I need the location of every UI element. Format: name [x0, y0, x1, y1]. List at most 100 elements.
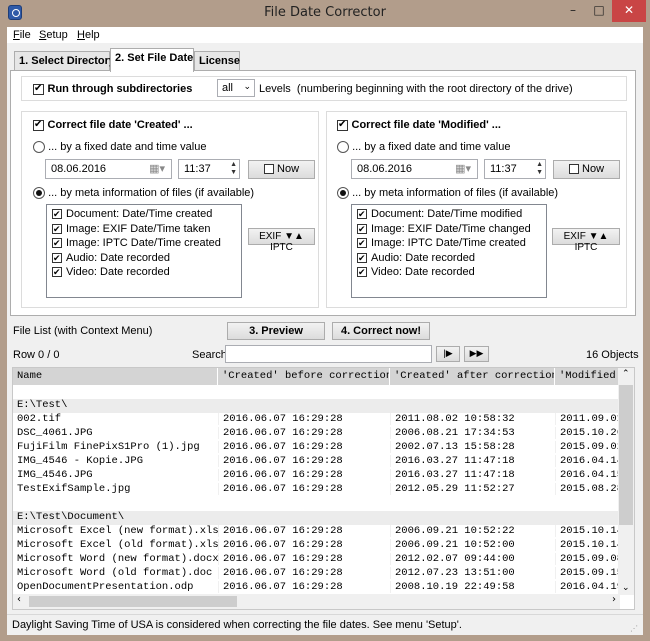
list-item-label: Video: Date recorded	[371, 266, 475, 278]
horizontal-scroll-thumb[interactable]	[29, 596, 237, 607]
table-row[interactable]: Microsoft Excel (new format).xlsx 2016.06…	[13, 525, 620, 539]
scroll-down-icon[interactable]: ⌄	[622, 583, 630, 593]
cell-name: Microsoft Word (old format).doc	[17, 567, 213, 579]
created-exif-iptc-order-button[interactable]: EXIF ▼▲ IPTC	[248, 228, 315, 253]
created-date-picker[interactable]: 08.06.2016 ▦▾	[45, 159, 172, 179]
cell-name: OpenDocumentPresentation.odp	[17, 581, 194, 593]
calendar-icon[interactable]: ▦▾	[455, 162, 471, 175]
vertical-scroll-thumb[interactable]	[619, 385, 633, 525]
time-spinner-icon[interactable]: ▲ ▼	[230, 161, 237, 177]
find-next-button[interactable]: |▶	[436, 346, 460, 362]
list-item[interactable]: Video: Date recorded	[52, 265, 236, 281]
find-all-button[interactable]: ▶▶	[464, 346, 489, 362]
run-subdirectories-checkbox[interactable]: Run through subdirectories	[33, 82, 192, 96]
chevron-down-icon: ⌄	[243, 81, 251, 91]
checkbox-box	[357, 265, 367, 279]
cell-modified: 2015.10.26	[555, 427, 620, 439]
object-count: 16 Objects	[586, 349, 639, 361]
modified-time-field[interactable]: 11:37 ▲ ▼	[484, 159, 546, 179]
modified-fixed-radio[interactable]: ... by a fixed date and time value	[337, 141, 510, 154]
resize-grip-icon[interactable]: ⋰	[630, 624, 638, 633]
table-row[interactable]: FujiFilm FinePixS1Pro (1).jpg 2016.06.07 …	[13, 441, 620, 455]
horizontal-scrollbar[interactable]: ‹ ›	[13, 594, 620, 609]
menu-bar	[7, 27, 643, 43]
close-button[interactable]: ✕	[612, 0, 646, 22]
calendar-icon[interactable]: ▦▾	[149, 162, 165, 175]
table-row[interactable]: TestExifSample.jpg 2016.06.07 16:29:28 201…	[13, 483, 620, 497]
scroll-right-icon[interactable]: ›	[612, 594, 616, 605]
scroll-up-icon[interactable]: ⌃	[622, 369, 630, 379]
list-item[interactable]: Document: Date/Time modified	[357, 207, 541, 223]
radio-circle	[33, 141, 45, 154]
correct-now-button[interactable]: 4. Correct now!	[332, 322, 430, 340]
cell-created-before: 2016.06.07 16:29:28	[218, 413, 390, 425]
table-row[interactable]: Microsoft Word (old format).doc 2016.06.0…	[13, 567, 620, 581]
radio-circle	[33, 187, 45, 200]
tab-license[interactable]: License	[194, 51, 240, 71]
created-meta-radio[interactable]: ... by meta information of files (if ava…	[33, 187, 254, 200]
list-item[interactable]: Audio: Date recorded	[357, 251, 541, 267]
list-item[interactable]: Document: Date/Time created	[52, 207, 236, 223]
time-spinner-icon[interactable]: ▲ ▼	[536, 161, 543, 177]
correct-created-checkbox[interactable]: Correct file date 'Created' ...	[33, 118, 193, 132]
correct-modified-checkbox[interactable]: Correct file date 'Modified' ...	[337, 118, 501, 132]
column-header-created-after[interactable]: 'Created' after correction	[390, 368, 555, 385]
cell-name: TestExifSample.jpg	[17, 483, 131, 495]
levels-select[interactable]: all ⌄	[217, 79, 255, 97]
cell-modified: 2011.09.01	[555, 413, 620, 425]
list-item[interactable]: Audio: Date recorded	[52, 251, 236, 267]
group-row[interactable]: E:\Test\Document\	[13, 511, 620, 525]
list-item[interactable]: Image: IPTC Date/Time created	[357, 236, 541, 252]
minimize-button[interactable]: –	[560, 0, 586, 22]
checkbox-box	[337, 118, 348, 132]
cell-created-before: 2016.06.07 16:29:28	[218, 539, 390, 551]
modified-meta-list[interactable]: Document: Date/Time modified Image: EXIF…	[351, 204, 547, 298]
maximize-button[interactable]: □	[586, 0, 612, 22]
cell-created-after: 2011.08.02 10:58:32	[390, 413, 555, 425]
table-row[interactable]: OpenDocumentPresentation.odp 2016.06.07 1…	[13, 581, 620, 595]
table-row[interactable]: 002.tif 2016.06.07 16:29:28 2011.08.02 10:…	[13, 413, 620, 427]
column-header-modified[interactable]: 'Modified'	[555, 368, 620, 385]
list-item-label: Image: EXIF Date/Time taken	[66, 222, 211, 235]
modified-date-picker[interactable]: 08.06.2016 ▦▾	[351, 159, 478, 179]
checkbox-box	[357, 207, 367, 221]
created-time-field[interactable]: 11:37 ▲ ▼	[178, 159, 240, 179]
tab-set-file-date[interactable]: 2. Set File Date	[110, 48, 194, 72]
list-item[interactable]: Image: EXIF Date/Time changed	[357, 222, 541, 238]
list-item[interactable]: Video: Date recorded	[357, 265, 541, 281]
levels-note: (numbering beginning with the root direc…	[296, 83, 573, 95]
modified-meta-radio[interactable]: ... by meta information of files (if ava…	[337, 187, 558, 200]
table-row[interactable]: IMG_4546 - Kopie.JPG 2016.06.07 16:29:28 2…	[13, 455, 620, 469]
scroll-left-icon[interactable]: ‹	[17, 594, 21, 605]
list-item[interactable]: Image: EXIF Date/Time taken	[52, 222, 236, 238]
preview-button[interactable]: 3. Preview	[227, 322, 325, 340]
correct-created-label: Correct file date 'Created' ...	[47, 119, 193, 131]
menu-help-accel: H	[77, 29, 85, 41]
table-row[interactable]: DSC_4061.JPG 2016.06.07 16:29:28 2006.08.2…	[13, 427, 620, 441]
table-row[interactable]: Microsoft Word (new format).docx 2016.06.…	[13, 553, 620, 567]
created-meta-list[interactable]: Document: Date/Time created Image: EXIF …	[46, 204, 242, 298]
cell-created-after: 2012.02.07 09:44:00	[390, 553, 555, 565]
modified-exif-iptc-order-button[interactable]: EXIF ▼▲ IPTC	[552, 228, 620, 253]
cell-created-after: 2006.08.21 17:34:53	[390, 427, 555, 439]
menu-help[interactable]: Help	[77, 29, 100, 41]
created-now-button[interactable]: Now	[248, 160, 315, 179]
menu-file[interactable]: File	[13, 29, 31, 41]
vertical-scrollbar[interactable]: ⌃ ⌄	[618, 368, 634, 595]
column-header-created-before[interactable]: 'Created' before correction	[218, 368, 390, 385]
created-fixed-radio[interactable]: ... by a fixed date and time value	[33, 141, 206, 154]
radio-circle	[337, 187, 349, 200]
list-item[interactable]: Image: IPTC Date/Time created	[52, 236, 236, 252]
group-row[interactable]: E:\Test\	[13, 399, 620, 413]
menu-file-label: ile	[19, 29, 31, 41]
search-input[interactable]	[225, 345, 432, 363]
menu-setup[interactable]: Setup	[39, 29, 68, 41]
tab-select-directory[interactable]: 1. Select Directory	[14, 51, 115, 71]
column-header-name[interactable]: Name	[13, 368, 218, 385]
checkbox-box	[52, 236, 62, 250]
file-list-grid[interactable]: Name 'Created' before correction 'Create…	[12, 367, 635, 610]
table-row[interactable]: Microsoft Excel (old format).xls 2016.06.…	[13, 539, 620, 553]
modified-now-button[interactable]: Now	[553, 160, 620, 179]
table-row[interactable]: IMG_4546.JPG 2016.06.07 16:29:28 2016.03.2…	[13, 469, 620, 483]
modified-now-label: Now	[582, 163, 605, 175]
